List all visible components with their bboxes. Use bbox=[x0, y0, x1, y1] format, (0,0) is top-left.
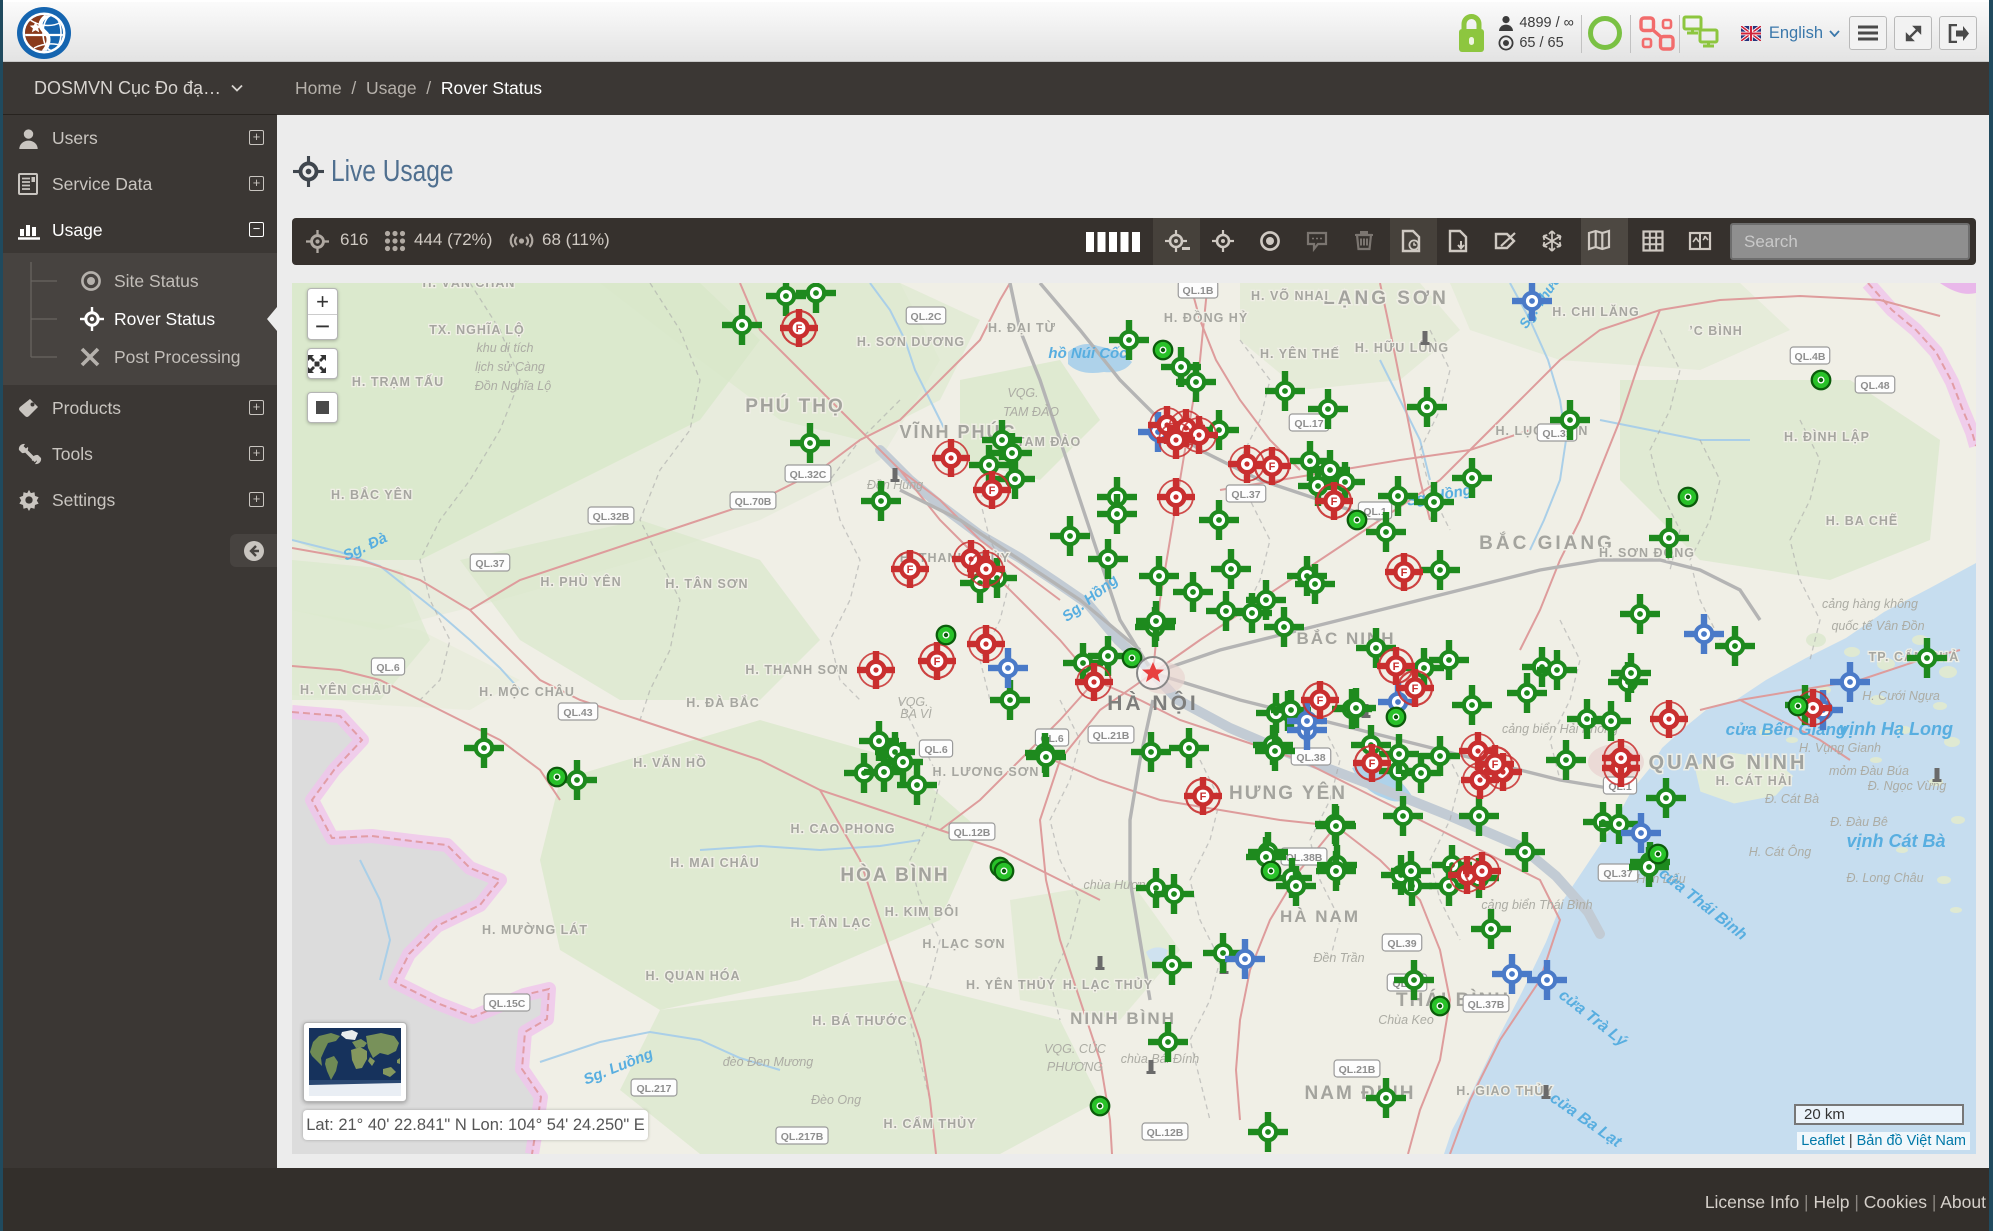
svg-text:QL.48: QL.48 bbox=[1860, 380, 1889, 392]
svg-text:QL.217: QL.217 bbox=[636, 1083, 671, 1095]
svg-text:quốc tế Vân Đồn: quốc tế Vân Đồn bbox=[1831, 619, 1924, 633]
svg-text:H. SƠN DƯƠNG: H. SƠN DƯƠNG bbox=[857, 335, 965, 349]
svg-text:HƯNG YÊN: HƯNG YÊN bbox=[1229, 782, 1347, 804]
svg-text:ʼC BÌNH: ʼC BÌNH bbox=[1689, 323, 1743, 338]
svg-text:vịnh Hạ Long: vịnh Hạ Long bbox=[1839, 719, 1953, 739]
svg-text:H. CHI LĂNG: H. CHI LĂNG bbox=[1552, 304, 1639, 319]
svg-text:H. LƯƠNG SƠN: H. LƯƠNG SƠN bbox=[933, 765, 1040, 779]
svg-text:QL.37B: QL.37B bbox=[1468, 999, 1505, 1011]
svg-text:H. YÊN THỦY: H. YÊN THỦY bbox=[966, 977, 1056, 992]
svg-text:Đ. Cát Bà: Đ. Cát Bà bbox=[1765, 792, 1819, 806]
svg-text:H. ĐỒNG HỶ: H. ĐỒNG HỶ bbox=[1164, 310, 1248, 325]
svg-text:Chùa Keo: Chùa Keo bbox=[1378, 1013, 1434, 1027]
svg-text:QL.39: QL.39 bbox=[1387, 938, 1416, 950]
svg-text:H. Cát Ông: H. Cát Ông bbox=[1749, 844, 1812, 859]
svg-text:H. YÊN CHÂU: H. YÊN CHÂU bbox=[300, 682, 392, 697]
svg-text:đèo Đen Mương: đèo Đen Mương bbox=[723, 1055, 814, 1069]
svg-text:Đèo Ong: Đèo Ong bbox=[811, 1093, 861, 1107]
svg-text:H. MAI CHÂU: H. MAI CHÂU bbox=[670, 855, 759, 870]
svg-text:chùa Bái Đính: chùa Bái Đính bbox=[1121, 1052, 1200, 1066]
svg-text:QL.70B: QL.70B bbox=[735, 496, 772, 508]
svg-text:TAM ĐẢO: TAM ĐẢO bbox=[1017, 434, 1081, 449]
svg-text:H. VĂN CHẤN: H. VĂN CHẤN bbox=[423, 283, 516, 290]
svg-text:QL.21B: QL.21B bbox=[1093, 730, 1130, 742]
svg-text:vịnh Cát Bà: vịnh Cát Bà bbox=[1846, 831, 1945, 851]
svg-text:Đồn Nghĩa Lộ: Đồn Nghĩa Lộ bbox=[475, 379, 551, 393]
svg-text:H. MỘC CHÂU: H. MỘC CHÂU bbox=[479, 684, 575, 699]
svg-text:QL.37: QL.37 bbox=[1231, 489, 1260, 501]
svg-text:QL.4B: QL.4B bbox=[1795, 351, 1826, 363]
svg-text:QL.12B: QL.12B bbox=[1147, 1127, 1184, 1139]
svg-text:cửa Bến Giang: cửa Bến Giang bbox=[1726, 720, 1847, 739]
svg-text:H. BA CHẼ: H. BA CHẼ bbox=[1826, 513, 1898, 528]
svg-text:hồ Núi Cốc: hồ Núi Cốc bbox=[1048, 345, 1128, 362]
svg-text:QUANG NINH: QUANG NINH bbox=[1649, 752, 1808, 774]
svg-text:HÀ NAM: HÀ NAM bbox=[1280, 907, 1360, 926]
svg-text:BA VÌ: BA VÌ bbox=[900, 706, 932, 721]
svg-text:TX. NGHĨA LỘ: TX. NGHĨA LỘ bbox=[429, 322, 525, 337]
svg-text:H. TRẠM TẤU: H. TRẠM TẤU bbox=[352, 374, 444, 389]
svg-text:H. QUAN HÓA: H. QUAN HÓA bbox=[645, 968, 740, 983]
svg-text:H. CAO PHONG: H. CAO PHONG bbox=[790, 822, 895, 836]
svg-text:H. ĐÀ BẮC: H. ĐÀ BẮC bbox=[686, 695, 760, 710]
svg-text:mỏm Đàu Búa: mỏm Đàu Búa bbox=[1829, 764, 1909, 778]
svg-text:QL.38: QL.38 bbox=[1296, 752, 1325, 764]
svg-text:QL.32B: QL.32B bbox=[593, 511, 630, 523]
svg-text:H. LẠC SƠN: H. LẠC SƠN bbox=[922, 937, 1005, 951]
svg-text:HÀ NỘI: HÀ NỘI bbox=[1107, 691, 1199, 715]
svg-text:TAM ĐẢO: TAM ĐẢO bbox=[1003, 404, 1059, 419]
svg-text:H. YÊN THẾ: H. YÊN THẾ bbox=[1260, 346, 1340, 361]
svg-text:H. CÁT HẢI: H. CÁT HẢI bbox=[1716, 773, 1793, 788]
svg-text:HÒA BÌNH: HÒA BÌNH bbox=[840, 864, 949, 886]
svg-text:QL.17: QL.17 bbox=[1294, 418, 1323, 430]
svg-text:H. PHÙ YÊN: H. PHÙ YÊN bbox=[540, 574, 621, 589]
svg-text:QL.6: QL.6 bbox=[924, 744, 947, 756]
svg-text:H. MƯỜNG LÁT: H. MƯỜNG LÁT bbox=[482, 922, 588, 937]
svg-text:LẠNG SƠN: LẠNG SƠN bbox=[1323, 288, 1449, 309]
svg-text:NINH BÌNH: NINH BÌNH bbox=[1070, 1009, 1176, 1028]
svg-text:QL.43: QL.43 bbox=[563, 707, 592, 719]
svg-text:VQG.: VQG. bbox=[1007, 386, 1038, 400]
svg-text:PHÚ THỌ: PHÚ THỌ bbox=[745, 395, 845, 417]
svg-text:QL.37: QL.37 bbox=[475, 558, 504, 570]
svg-text:PHƯƠNG: PHƯƠNG bbox=[1047, 1060, 1103, 1074]
svg-text:BẮC GIANG: BẮC GIANG bbox=[1479, 532, 1615, 554]
svg-text:cảng hàng không: cảng hàng không bbox=[1822, 597, 1918, 611]
svg-text:H. ĐÌNH LẬP: H. ĐÌNH LẬP bbox=[1784, 429, 1870, 444]
svg-text:H. SƠN ĐỘNG: H. SƠN ĐỘNG bbox=[1599, 545, 1695, 560]
svg-text:lịch sử Càng: lịch sử Càng bbox=[475, 360, 545, 374]
svg-text:cảng biển Thái Bình: cảng biển Thái Bình bbox=[1481, 898, 1592, 912]
svg-text:QL.32C: QL.32C bbox=[790, 469, 827, 481]
svg-text:H. BÁ THƯỚC: H. BÁ THƯỚC bbox=[812, 1013, 907, 1028]
svg-text:H. Cưới Ngựa: H. Cưới Ngựa bbox=[1862, 689, 1940, 703]
svg-text:QL.2C: QL.2C bbox=[911, 311, 942, 323]
svg-text:H. VĂN HỒ: H. VĂN HỒ bbox=[633, 755, 707, 770]
svg-text:QL.37: QL.37 bbox=[1603, 868, 1632, 880]
svg-text:QL.12B: QL.12B bbox=[954, 827, 991, 839]
svg-text:H. ĐẠI TỪ: H. ĐẠI TỪ bbox=[988, 320, 1056, 335]
svg-text:H. HỮU LŨNG: H. HỮU LŨNG bbox=[1355, 340, 1449, 355]
svg-text:H. TÂN LẠC: H. TÂN LẠC bbox=[791, 915, 872, 930]
svg-text:H. LẠC THỦY: H. LẠC THỦY bbox=[1063, 977, 1153, 992]
svg-text:H. CẨM THỦY: H. CẨM THỦY bbox=[884, 1116, 977, 1131]
svg-text:QL.15C: QL.15C bbox=[489, 998, 526, 1010]
svg-text:H. Vụng Gianh: H. Vụng Gianh bbox=[1799, 741, 1881, 755]
svg-text:Đ. Long Châu: Đ. Long Châu bbox=[1846, 871, 1923, 885]
svg-text:VQG. CÚC: VQG. CÚC bbox=[1044, 1041, 1107, 1056]
svg-text:H. KIM BÔI: H. KIM BÔI bbox=[885, 904, 960, 919]
svg-text:H. THANH SƠN: H. THANH SƠN bbox=[745, 663, 848, 677]
svg-text:H. TÂN SƠN: H. TÂN SƠN bbox=[665, 576, 748, 591]
svg-text:QL.217B: QL.217B bbox=[781, 1131, 824, 1143]
svg-text:H. BẮC YÊN: H. BẮC YÊN bbox=[331, 487, 413, 502]
svg-text:H. VÕ NHAI: H. VÕ NHAI bbox=[1251, 288, 1329, 303]
svg-text:Đền Trần: Đền Trần bbox=[1313, 951, 1364, 965]
svg-text:khu di tích: khu di tích bbox=[477, 341, 534, 355]
svg-text:QL.6: QL.6 bbox=[376, 662, 399, 674]
svg-text:Đ. Đàu Bê: Đ. Đàu Bê bbox=[1830, 815, 1888, 829]
svg-text:QL.21B: QL.21B bbox=[1339, 1064, 1376, 1076]
svg-text:H. GIAO THỦY: H. GIAO THỦY bbox=[1456, 1083, 1553, 1098]
svg-text:QL.1B: QL.1B bbox=[1183, 285, 1214, 297]
